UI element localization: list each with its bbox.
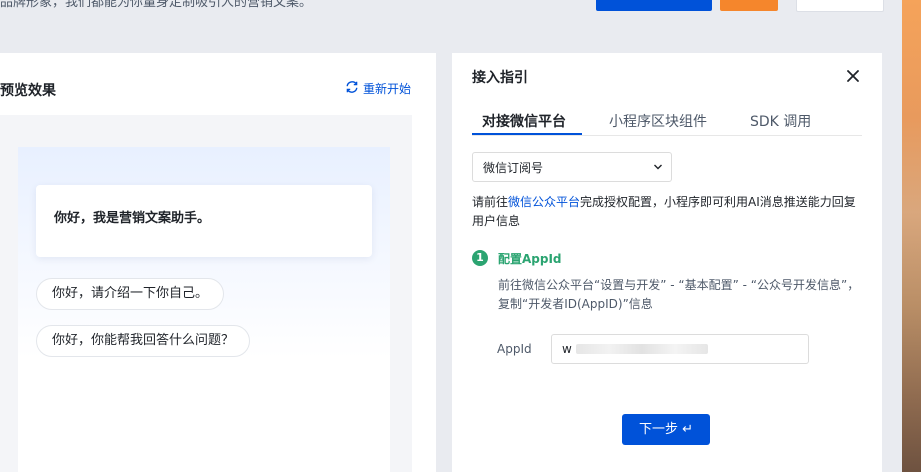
account-type-select[interactable]: 微信订阅号 bbox=[472, 152, 672, 182]
appid-value: w bbox=[562, 342, 572, 356]
auth-info-text: 请前往微信公众平台完成授权配置，小程序即可利用AI消息推送能力回复用户信息 bbox=[472, 193, 867, 231]
restart-button[interactable]: 重新开始 bbox=[345, 80, 411, 97]
greeting-text: 你好，我是营销文案助手。 bbox=[54, 211, 211, 226]
account-type-value: 微信订阅号 bbox=[483, 161, 544, 175]
tab-wechat-platform[interactable]: 对接微信平台 bbox=[482, 111, 566, 131]
step-number-badge: 1 bbox=[472, 250, 488, 266]
guide-tabs: 对接微信平台 小程序区块组件 SDK 调用 bbox=[472, 111, 862, 136]
background-image-strip bbox=[902, 0, 921, 472]
suggestion-chip[interactable]: 你好，请介绍一下你自己。 bbox=[36, 278, 225, 310]
suggestion-chip[interactable]: 你好，你能帮我回答什么问题？ bbox=[36, 325, 251, 357]
preview-title: 预览效果 bbox=[0, 83, 56, 99]
toolbar-secondary-button[interactable] bbox=[796, 0, 884, 12]
step-title: 配置AppId bbox=[498, 252, 562, 266]
wechat-platform-link[interactable]: 微信公众平台 bbox=[508, 195, 580, 209]
close-icon[interactable] bbox=[844, 67, 862, 85]
toolbar-orange-button[interactable] bbox=[720, 0, 778, 11]
preview-panel: 预览效果 重新开始 你好，我是营销文案助手。 你好，请介绍一下你自己。 你好，你… bbox=[0, 53, 436, 472]
tab-miniprogram-block[interactable]: 小程序区块组件 bbox=[609, 111, 707, 131]
info-prefix: 请前往 bbox=[472, 195, 509, 209]
toolbar-primary-button[interactable] bbox=[596, 0, 712, 11]
tab-sdk[interactable]: SDK 调用 bbox=[750, 111, 811, 131]
restart-label: 重新开始 bbox=[363, 82, 412, 96]
guide-title: 接入指引 bbox=[472, 70, 528, 86]
chevron-down-icon bbox=[653, 161, 663, 175]
active-tab-indicator bbox=[472, 133, 582, 135]
appid-input[interactable]: w bbox=[551, 334, 809, 364]
page-description: 品牌形象，我们都能为你量身定制吸引人的营销文案。 bbox=[0, 0, 313, 10]
preview-stage: 你好，我是营销文案助手。 你好，请介绍一下你自己。 你好，你能帮我回答什么问题？ bbox=[0, 115, 412, 472]
appid-label: AppId bbox=[497, 342, 532, 356]
guide-panel: 接入指引 对接微信平台 小程序区块组件 SDK 调用 微信订阅号 请前往微信公众… bbox=[452, 53, 882, 472]
appid-redaction bbox=[576, 344, 708, 354]
refresh-icon bbox=[345, 80, 359, 97]
greeting-card: 你好，我是营销文案助手。 bbox=[36, 185, 372, 257]
next-step-button[interactable]: 下一步 ↵ bbox=[622, 414, 710, 445]
step-description: 前往微信公众平台“设置与开发” - “基本配置” - “公众号开发信息”，复制“… bbox=[498, 278, 860, 311]
